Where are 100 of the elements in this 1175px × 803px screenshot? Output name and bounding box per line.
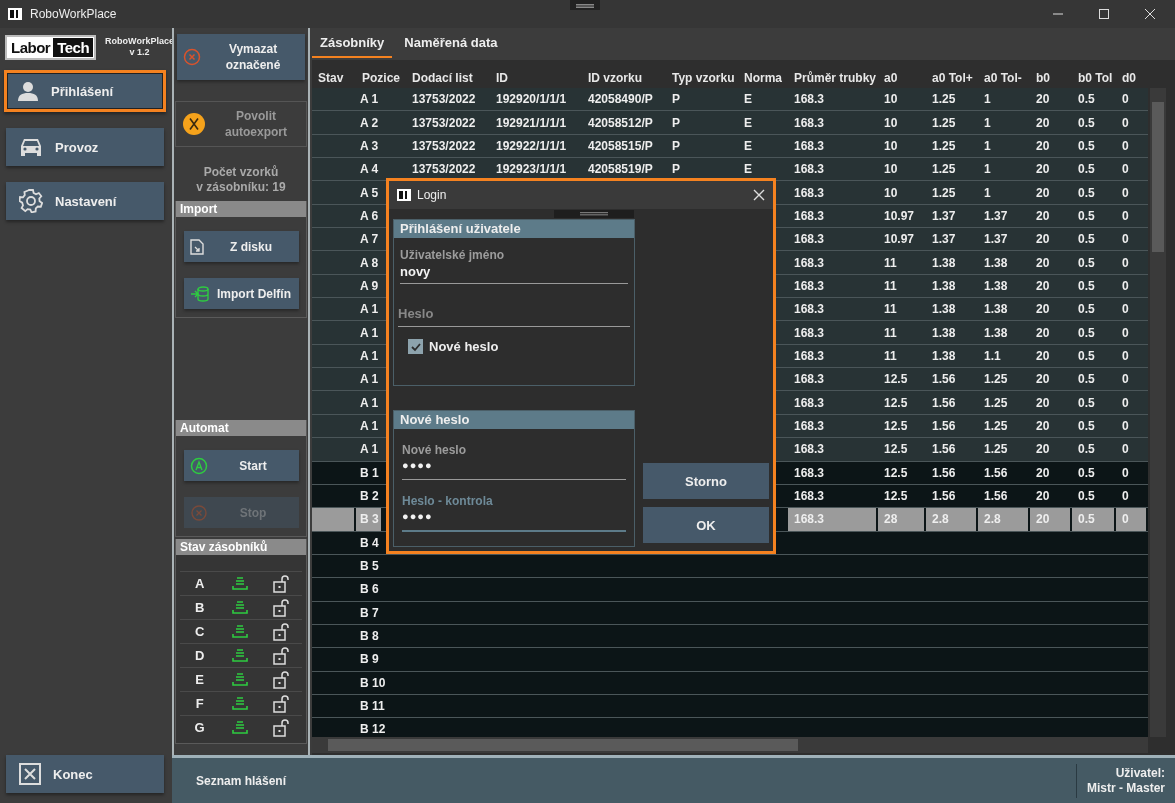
table-cell-text: 11 xyxy=(883,254,898,272)
table-cell-text: 42058512/P xyxy=(587,114,654,132)
table-cell-text: 0.5 xyxy=(1077,254,1096,272)
table-cell-text: 1.25 xyxy=(931,161,957,179)
table-cell-text: 0 xyxy=(1121,254,1130,272)
window-title: RoboWorkPlace xyxy=(30,7,117,21)
table-cell-text: E xyxy=(743,114,753,132)
table-cell-text: 168.3 xyxy=(793,207,826,225)
table-cell-text: 1.56 xyxy=(983,464,1009,482)
table-cell-text: B 8 xyxy=(359,628,380,646)
table-cell-text: 1.38 xyxy=(931,301,957,319)
table-cell-text: 11 xyxy=(883,301,898,319)
table-cell-text: 1.25 xyxy=(983,394,1009,412)
table-cell-text: 1 xyxy=(983,114,992,132)
table-cell-text: 1.38 xyxy=(931,324,957,342)
table-cell: 0 xyxy=(1116,508,1148,531)
table-cell-text: 1.38 xyxy=(983,254,1009,272)
table-cell-text: A 8 xyxy=(359,254,380,272)
table-cell-text: 11 xyxy=(883,347,898,365)
table-cell-text: 20 xyxy=(1035,347,1051,365)
table-cell-text: 1.56 xyxy=(931,394,957,412)
table-cell-text: 0.5 xyxy=(1077,371,1096,389)
table-cell-text: 0.5 xyxy=(1077,488,1096,505)
table-cell-text: A 1 xyxy=(359,418,380,435)
tray-label: C xyxy=(193,624,206,639)
table-cell-text: E xyxy=(743,137,753,155)
group-header: Přihlášení uživatele xyxy=(394,220,634,238)
table-cell-text: A 9 xyxy=(359,277,380,295)
table-cell-text: 1.56 xyxy=(931,488,957,505)
table-cell-text: 20 xyxy=(1035,114,1051,132)
company-logo: Labor Tech xyxy=(5,34,97,60)
table-cell-text: 1.56 xyxy=(931,418,957,435)
table-cell-text: 1.38 xyxy=(931,254,957,272)
table-cell-text: 1.38 xyxy=(983,324,1009,342)
table-cell-text: E xyxy=(743,91,753,109)
table-cell-text: 0 xyxy=(1121,418,1130,435)
table-cell-text: 0.5 xyxy=(1077,207,1096,225)
table-cell-text: 13753/2022 xyxy=(411,91,477,109)
table-cell-text: 1.25 xyxy=(983,441,1009,459)
table-cell-text: 1.25 xyxy=(931,91,957,109)
table-cell-text: 12.5 xyxy=(883,464,909,482)
table-cell-text: 168.3 xyxy=(793,91,826,109)
table-cell-text: 1 xyxy=(983,161,992,179)
table-cell-text: B 2 xyxy=(359,488,380,505)
table-cell-text: 168.3 xyxy=(793,277,826,295)
group-header: Automat xyxy=(176,420,306,436)
table-cell-text: P xyxy=(671,114,681,132)
table-cell-text: P xyxy=(671,137,681,155)
table-cell-text: 10.97 xyxy=(883,231,916,249)
table-cell-text: 20 xyxy=(1035,394,1051,412)
table-cell-text: 1 xyxy=(983,91,992,109)
table-cell-text: 10 xyxy=(883,137,899,155)
table-cell-text: 12.5 xyxy=(883,394,909,412)
table-cell-text: 10 xyxy=(883,184,899,202)
tray-label: A xyxy=(193,576,206,591)
table-cell-text: 1.56 xyxy=(983,488,1009,505)
table-cell-text: 1.56 xyxy=(931,371,957,389)
table-cell-text: 1.25 xyxy=(931,114,957,132)
table-cell-text: 1.37 xyxy=(983,207,1009,225)
table-cell-text: 20 xyxy=(1035,441,1051,459)
user-label: Uživatel: xyxy=(1115,765,1165,781)
table-cell-text: 1.56 xyxy=(931,464,957,482)
table-cell-text: 0.5 xyxy=(1077,301,1096,319)
group-header: Nové heslo xyxy=(394,411,634,429)
table-cell-text: 10.97 xyxy=(883,207,916,225)
table-cell-text: 0.5 xyxy=(1077,114,1096,132)
table-cell-text: 0 xyxy=(1121,207,1130,225)
table-cell-text: B 10 xyxy=(359,674,387,692)
table-cell-text: 20 xyxy=(1035,488,1051,505)
table-cell-text: 0.5 xyxy=(1077,184,1096,202)
table-cell: 28 xyxy=(878,508,926,531)
group-header: Import xyxy=(176,201,306,217)
table-cell-text: 1.38 xyxy=(931,277,957,295)
table-cell-text: 13753/2022 xyxy=(411,114,477,132)
table-cell-text: 1 xyxy=(983,184,992,202)
table-cell: 20 xyxy=(1030,508,1072,531)
table-cell: 2.8 xyxy=(978,508,1030,531)
table-cell-text: 168.3 xyxy=(793,254,826,272)
table-cell-text: 0 xyxy=(1121,91,1130,109)
tray-label: D xyxy=(193,648,206,663)
table-cell-text: 168.3 xyxy=(793,114,826,132)
table-cell-text: 0.5 xyxy=(1077,324,1096,342)
table-cell-text: 20 xyxy=(1035,184,1051,202)
table-cell-text: P xyxy=(671,91,681,109)
tray-label: G xyxy=(193,720,206,735)
table-cell-text: 42058490/P xyxy=(587,91,654,109)
table-cell-text: B 5 xyxy=(359,558,380,576)
table-cell-text: 1.37 xyxy=(931,231,957,249)
table-cell-text: 1.25 xyxy=(983,371,1009,389)
table-cell-text: 0 xyxy=(1121,394,1130,412)
table-cell-text: A 1 xyxy=(359,394,380,412)
table-cell-text: A 2 xyxy=(359,114,380,132)
app-version: v 1.2 xyxy=(129,47,150,58)
table-cell: B 3 xyxy=(356,508,383,531)
table-cell-text: 10 xyxy=(883,114,899,132)
table-cell-text: 42058515/P xyxy=(587,137,654,155)
user-name: Mistr - Master xyxy=(1086,780,1165,796)
table-cell-text: 1.38 xyxy=(931,347,957,365)
table-cell-text: 42058519/P xyxy=(587,161,654,179)
table-cell-text: 1.37 xyxy=(931,207,957,225)
